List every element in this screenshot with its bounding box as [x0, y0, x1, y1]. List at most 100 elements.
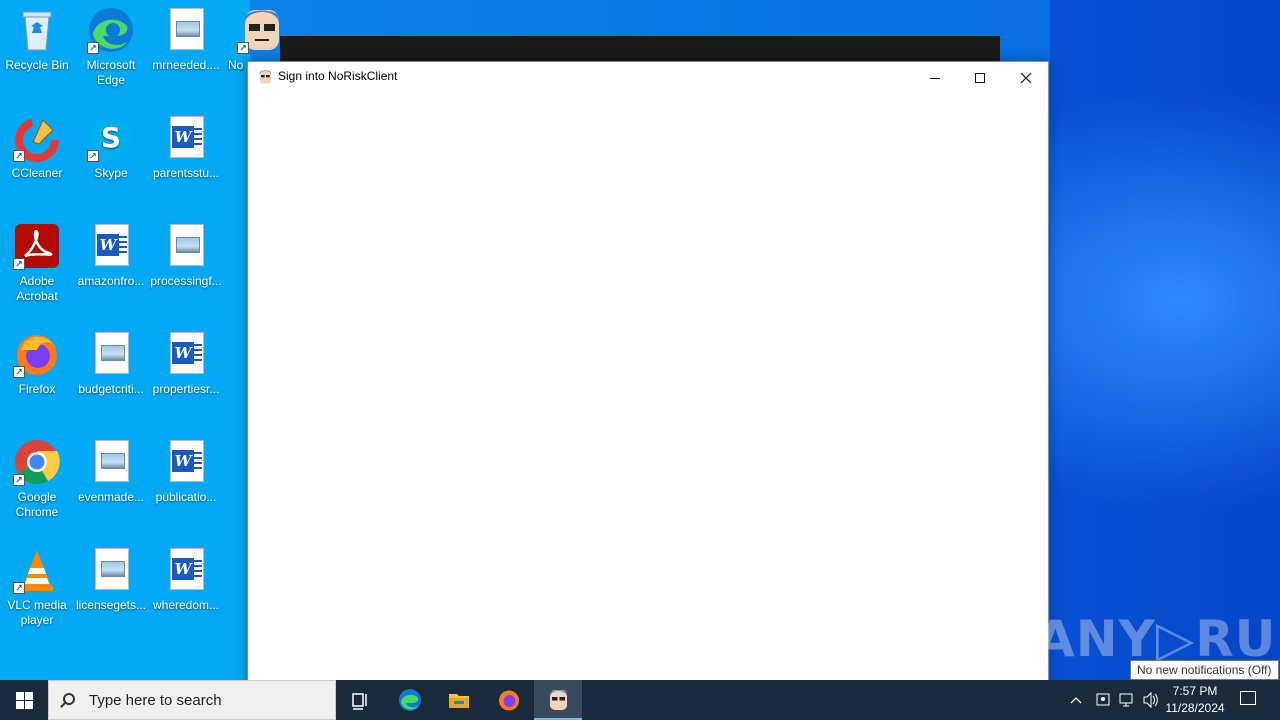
edge-icon: ↗ — [87, 6, 135, 54]
taskbar-edge[interactable] — [386, 680, 434, 720]
desktop-icon-image-file[interactable]: budgetcriti... — [74, 324, 148, 397]
windows-logo-icon — [16, 692, 33, 709]
desktop-icon-vlc[interactable]: ↗ VLC media player — [0, 540, 74, 628]
tray-meet-now[interactable] — [1095, 680, 1113, 720]
acrobat-icon: ↗ — [13, 222, 61, 270]
desktop-icon-word-file[interactable]: W propertiesr... — [149, 324, 223, 397]
window-content-area — [248, 92, 1048, 691]
desktop-icon-microsoft-edge[interactable]: ↗ Microsoft Edge — [74, 0, 148, 88]
minimize-icon — [930, 77, 940, 79]
desktop-icon-label: CCleaner — [11, 166, 63, 180]
desktop-icon-label: budgetcriti... — [78, 382, 144, 396]
taskbar-file-explorer[interactable] — [435, 680, 483, 720]
desktop-icon-label: Google Chrome — [15, 490, 59, 519]
desktop-icon-image-file[interactable]: licensegets... — [74, 540, 148, 613]
file-explorer-icon — [449, 694, 469, 708]
search-placeholder: Type here to search — [89, 692, 222, 709]
desktop-icon-label: propertiesr... — [152, 382, 220, 396]
desktop-icon-label: VLC media player — [7, 598, 67, 627]
taskbar-norisk[interactable] — [534, 680, 582, 720]
desktop-icon-label: processingf... — [150, 274, 222, 288]
desktop-icon-firefox[interactable]: ↗ Firefox — [0, 324, 74, 397]
network-icon — [1119, 693, 1133, 707]
maximize-icon — [975, 73, 985, 84]
shortcut-arrow-icon: ↗ — [13, 474, 25, 486]
taskbar: Type here to search 7:57 PM 11/28/2024 — [0, 680, 1280, 720]
taskbar-search-box[interactable]: Type here to search — [48, 680, 336, 720]
shortcut-arrow-icon: ↗ — [13, 150, 25, 162]
image-file-icon — [87, 546, 135, 594]
vlc-icon: ↗ — [13, 546, 61, 594]
tray-network[interactable] — [1118, 680, 1138, 720]
desktop-icon-label: Adobe Acrobat — [16, 274, 58, 303]
svg-text:S: S — [101, 121, 121, 154]
norisk-icon — [257, 69, 273, 85]
action-center-button[interactable] — [1234, 680, 1264, 720]
desktop-icon-image-file[interactable]: evenmade... — [74, 432, 148, 505]
notification-tooltip: No new notifications (Off) — [1130, 660, 1279, 680]
firefox-icon — [499, 690, 519, 711]
shortcut-arrow-icon: ↗ — [87, 42, 99, 54]
desktop-icon-label: amazonfro... — [77, 274, 145, 288]
desktop-icon-label: Recycle Bin — [5, 58, 69, 72]
start-button[interactable] — [0, 680, 48, 720]
desktop-icon-skype[interactable]: S ↗ Skype — [74, 108, 148, 181]
clock-date: 11/28/2024 — [1165, 701, 1225, 715]
window-titlebar[interactable]: Sign into NoRiskClient — [248, 62, 1048, 92]
desktop-icon-label: licensegets... — [75, 598, 147, 612]
desktop-icon-word-file[interactable]: W parentsstu... — [149, 108, 223, 181]
desktop-icon-word-file[interactable]: W publicatio... — [149, 432, 223, 505]
desktop-icon-label: wheredom... — [152, 598, 220, 612]
taskbar-clock[interactable]: 7:57 PM 11/28/2024 — [1160, 683, 1230, 717]
recycle-bin-icon — [13, 6, 61, 54]
desktop-icon-label: parentsstu... — [152, 166, 220, 180]
background-window-strip — [280, 36, 1000, 62]
shortcut-arrow-icon: ↗ — [13, 366, 25, 378]
minimize-button[interactable] — [912, 62, 958, 92]
norisk-signin-window[interactable]: Sign into NoRiskClient — [247, 61, 1049, 692]
taskbar-firefox[interactable] — [485, 680, 533, 720]
tray-overflow-button[interactable] — [1070, 680, 1088, 720]
desktop-icon-label: Microsoft Edge — [86, 58, 136, 87]
volume-icon — [1143, 691, 1158, 709]
desktop-icon-google-chrome[interactable]: ↗ Google Chrome — [0, 432, 74, 520]
desktop-icon-label: Skype — [94, 166, 128, 180]
norisk-icon — [550, 690, 567, 710]
image-file-icon — [87, 330, 135, 378]
desktop-icon-label: publicatio... — [155, 490, 217, 504]
desktop-icon-image-file[interactable]: processingf... — [149, 216, 223, 289]
image-file-icon — [162, 222, 210, 270]
tray-volume[interactable] — [1142, 680, 1162, 720]
norisk-icon: ↗ — [237, 6, 285, 54]
image-file-icon — [87, 438, 135, 486]
desktop-icon-word-file[interactable]: W wheredom... — [149, 540, 223, 613]
shortcut-arrow-icon: ↗ — [13, 258, 25, 270]
word-file-icon: W — [87, 222, 135, 270]
desktop-icon-image-file[interactable]: mrneeded.... — [149, 0, 223, 73]
maximize-button[interactable] — [957, 62, 1003, 92]
search-icon — [63, 693, 75, 705]
task-view-icon — [352, 693, 367, 710]
shortcut-arrow-icon: ↗ — [13, 582, 25, 594]
word-file-icon: W — [162, 114, 210, 162]
close-icon — [1020, 72, 1032, 84]
image-file-icon — [162, 6, 210, 54]
desktop-icon-word-file[interactable]: W amazonfro... — [74, 216, 148, 289]
desktop-icon-adobe-acrobat[interactable]: ↗ Adobe Acrobat — [0, 216, 74, 304]
desktop-icon-ccleaner[interactable]: ↗ CCleaner — [0, 108, 74, 181]
firefox-icon: ↗ — [13, 330, 61, 378]
chevron-up-icon — [1070, 697, 1082, 704]
chrome-icon: ↗ — [13, 438, 61, 486]
window-title: Sign into NoRiskClient — [278, 69, 398, 83]
desktop-icon-label: evenmade... — [77, 490, 145, 504]
edge-icon — [399, 689, 421, 711]
shortcut-arrow-icon: ↗ — [237, 42, 249, 54]
close-button[interactable] — [1003, 62, 1049, 92]
device-icon — [1096, 693, 1110, 706]
ccleaner-icon: ↗ — [13, 114, 61, 162]
skype-icon: S ↗ — [87, 114, 135, 162]
desktop-icon-recycle-bin[interactable]: Recycle Bin — [0, 0, 74, 73]
notification-icon — [1240, 691, 1256, 705]
desktop-icon-label: mrneeded.... — [152, 58, 220, 72]
task-view-button[interactable] — [336, 680, 384, 720]
